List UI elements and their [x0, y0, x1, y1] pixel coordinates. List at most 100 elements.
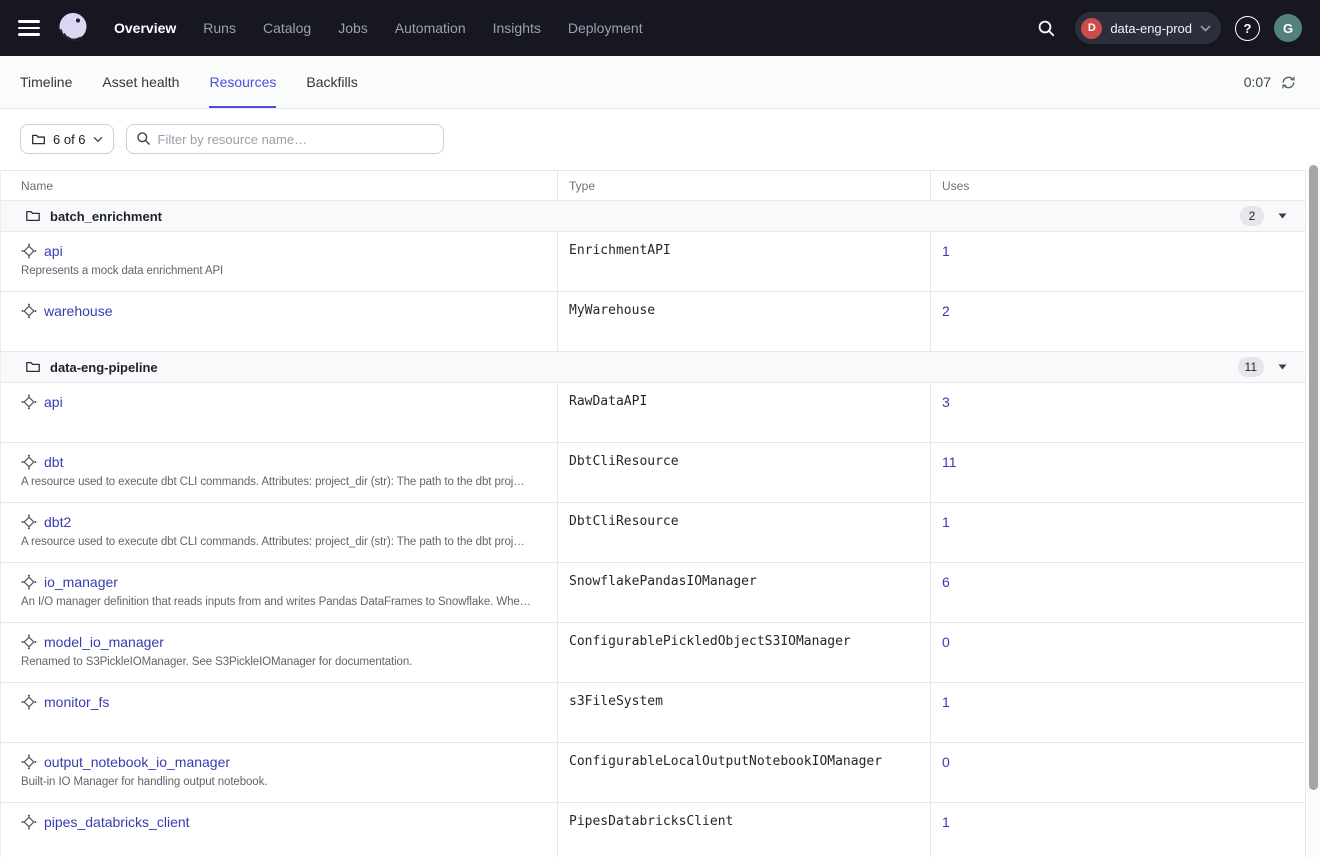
resource-name-link[interactable]: api: [44, 393, 63, 411]
folder-icon: [25, 208, 41, 224]
table-row: warehouse MyWarehouse 2: [1, 292, 1305, 352]
table-header: Name Type Uses: [1, 171, 1305, 201]
tab-timeline[interactable]: Timeline: [20, 56, 72, 108]
resource-name-link[interactable]: output_notebook_io_manager: [44, 753, 230, 771]
resource-uses-link[interactable]: 1: [942, 814, 950, 830]
resource-name-link[interactable]: api: [44, 242, 63, 260]
table-row: io_manager An I/O manager definition that…: [1, 563, 1305, 623]
tab-resources[interactable]: Resources: [209, 56, 276, 108]
column-header-type: Type: [558, 171, 931, 200]
resource-uses-link[interactable]: 3: [942, 394, 950, 410]
resource-icon: [21, 514, 37, 530]
resource-search: [126, 124, 444, 154]
resource-type: SnowflakePandasIOManager: [558, 563, 931, 622]
resource-uses-link[interactable]: 1: [942, 243, 950, 259]
group-count-badge: 11: [1238, 357, 1264, 377]
resource-type: PipesDatabricksClient: [558, 803, 931, 857]
workspace-label: data-eng-prod: [1110, 21, 1192, 36]
nav-item-catalog[interactable]: Catalog: [263, 20, 311, 36]
resource-type: RawDataAPI: [558, 383, 931, 442]
scrollbar-track[interactable]: [1307, 162, 1320, 857]
resource-name-link[interactable]: dbt: [44, 453, 63, 471]
resource-search-input[interactable]: [126, 124, 444, 154]
tab-backfills[interactable]: Backfills: [306, 56, 357, 108]
group-name: data-eng-pipeline: [50, 360, 158, 375]
resource-name-link[interactable]: dbt2: [44, 513, 71, 531]
resource-icon: [21, 454, 37, 470]
menu-icon[interactable]: [18, 20, 40, 36]
search-icon: [136, 131, 151, 146]
group-name: batch_enrichment: [50, 209, 162, 224]
table-row: dbt2 A resource used to execute dbt CLI c…: [1, 503, 1305, 563]
resource-description: Represents a mock data enrichment API: [21, 265, 545, 277]
group-row-batch_enrichment[interactable]: batch_enrichment 2: [1, 201, 1305, 232]
resource-uses-link[interactable]: 11: [942, 454, 957, 470]
resource-uses-link[interactable]: 6: [942, 574, 950, 590]
table-row: model_io_manager Renamed to S3PickleIOMan…: [1, 623, 1305, 683]
user-avatar[interactable]: G: [1274, 14, 1302, 42]
main-nav: Overview Runs Catalog Jobs Automation Insight…: [114, 20, 643, 36]
workspace-selector[interactable]: D data-eng-prod: [1075, 12, 1221, 44]
top-nav: Overview Runs Catalog Jobs Automation Insight…: [0, 0, 1320, 56]
resource-description: Renamed to S3PickleIOManager. See S3Pick…: [21, 656, 545, 668]
resource-icon: [21, 394, 37, 410]
resource-type: EnrichmentAPI: [558, 232, 931, 291]
resource-icon: [21, 694, 37, 710]
resource-name-link[interactable]: monitor_fs: [44, 693, 109, 711]
resource-description: A resource used to execute dbt CLI comma…: [21, 536, 545, 548]
nav-item-automation[interactable]: Automation: [395, 20, 466, 36]
resource-icon: [21, 243, 37, 259]
table-row: dbt A resource used to execute dbt CLI co…: [1, 443, 1305, 503]
search-icon[interactable]: [1031, 13, 1061, 43]
resource-type: DbtCliResource: [558, 443, 931, 502]
column-header-uses: Uses: [931, 171, 1305, 200]
folder-icon: [31, 132, 46, 147]
resource-description: A resource used to execute dbt CLI comma…: [21, 476, 545, 488]
group-collapse-toggle[interactable]: [1278, 213, 1293, 219]
resource-description: An I/O manager definition that reads inp…: [21, 596, 545, 608]
scrollbar-thumb[interactable]: [1309, 165, 1318, 790]
refresh-icon[interactable]: [1281, 75, 1296, 90]
table-row: output_notebook_io_managerBuilt-in IO Ma…: [1, 743, 1305, 803]
group-filter-label: 6 of 6: [53, 132, 86, 147]
group-filter-button[interactable]: 6 of 6: [20, 124, 114, 154]
tab-asset-health[interactable]: Asset health: [102, 56, 179, 108]
group-collapse-toggle[interactable]: [1278, 364, 1293, 370]
table-row: pipes_databricks_client PipesDatabricksCl…: [1, 803, 1305, 857]
group-row-data-eng-pipeline[interactable]: data-eng-pipeline 11: [1, 352, 1305, 383]
nav-item-jobs[interactable]: Jobs: [338, 20, 368, 36]
resource-icon: [21, 303, 37, 319]
resource-name-link[interactable]: warehouse: [44, 302, 113, 320]
dagster-logo[interactable]: [54, 9, 92, 47]
help-icon[interactable]: ?: [1235, 16, 1260, 41]
table-row: monitor_fs s3FileSystem 1: [1, 683, 1305, 743]
resource-icon: [21, 574, 37, 590]
nav-item-insights[interactable]: Insights: [493, 20, 541, 36]
resource-uses-link[interactable]: 0: [942, 634, 950, 650]
resource-uses-link[interactable]: 1: [942, 514, 950, 530]
resource-name-link[interactable]: model_io_manager: [44, 633, 164, 651]
column-header-name: Name: [1, 171, 558, 200]
resource-type: s3FileSystem: [558, 683, 931, 742]
resource-icon: [21, 814, 37, 830]
resource-uses-link[interactable]: 1: [942, 694, 950, 710]
resource-name-link[interactable]: pipes_databricks_client: [44, 813, 190, 831]
nav-item-runs[interactable]: Runs: [203, 20, 236, 36]
resource-type: ConfigurablePickledObjectS3IOManager: [558, 623, 931, 682]
resource-name-link[interactable]: io_manager: [44, 573, 118, 591]
resource-uses-link[interactable]: 2: [942, 303, 950, 319]
resource-icon: [21, 754, 37, 770]
table-row: api Represents a mock data enrichment API…: [1, 232, 1305, 292]
workspace-badge: D: [1081, 18, 1102, 39]
nav-item-overview[interactable]: Overview: [114, 20, 176, 36]
chevron-down-icon: [93, 136, 103, 143]
resource-icon: [21, 634, 37, 650]
chevron-down-icon: [1200, 25, 1211, 32]
folder-icon: [25, 359, 41, 375]
caret-down-icon: [1278, 213, 1287, 219]
resource-uses-link[interactable]: 0: [942, 754, 950, 770]
nav-item-deployment[interactable]: Deployment: [568, 20, 643, 36]
filter-bar: 6 of 6: [0, 109, 1320, 170]
resource-type: MyWarehouse: [558, 292, 931, 351]
group-count-badge: 2: [1240, 206, 1264, 226]
